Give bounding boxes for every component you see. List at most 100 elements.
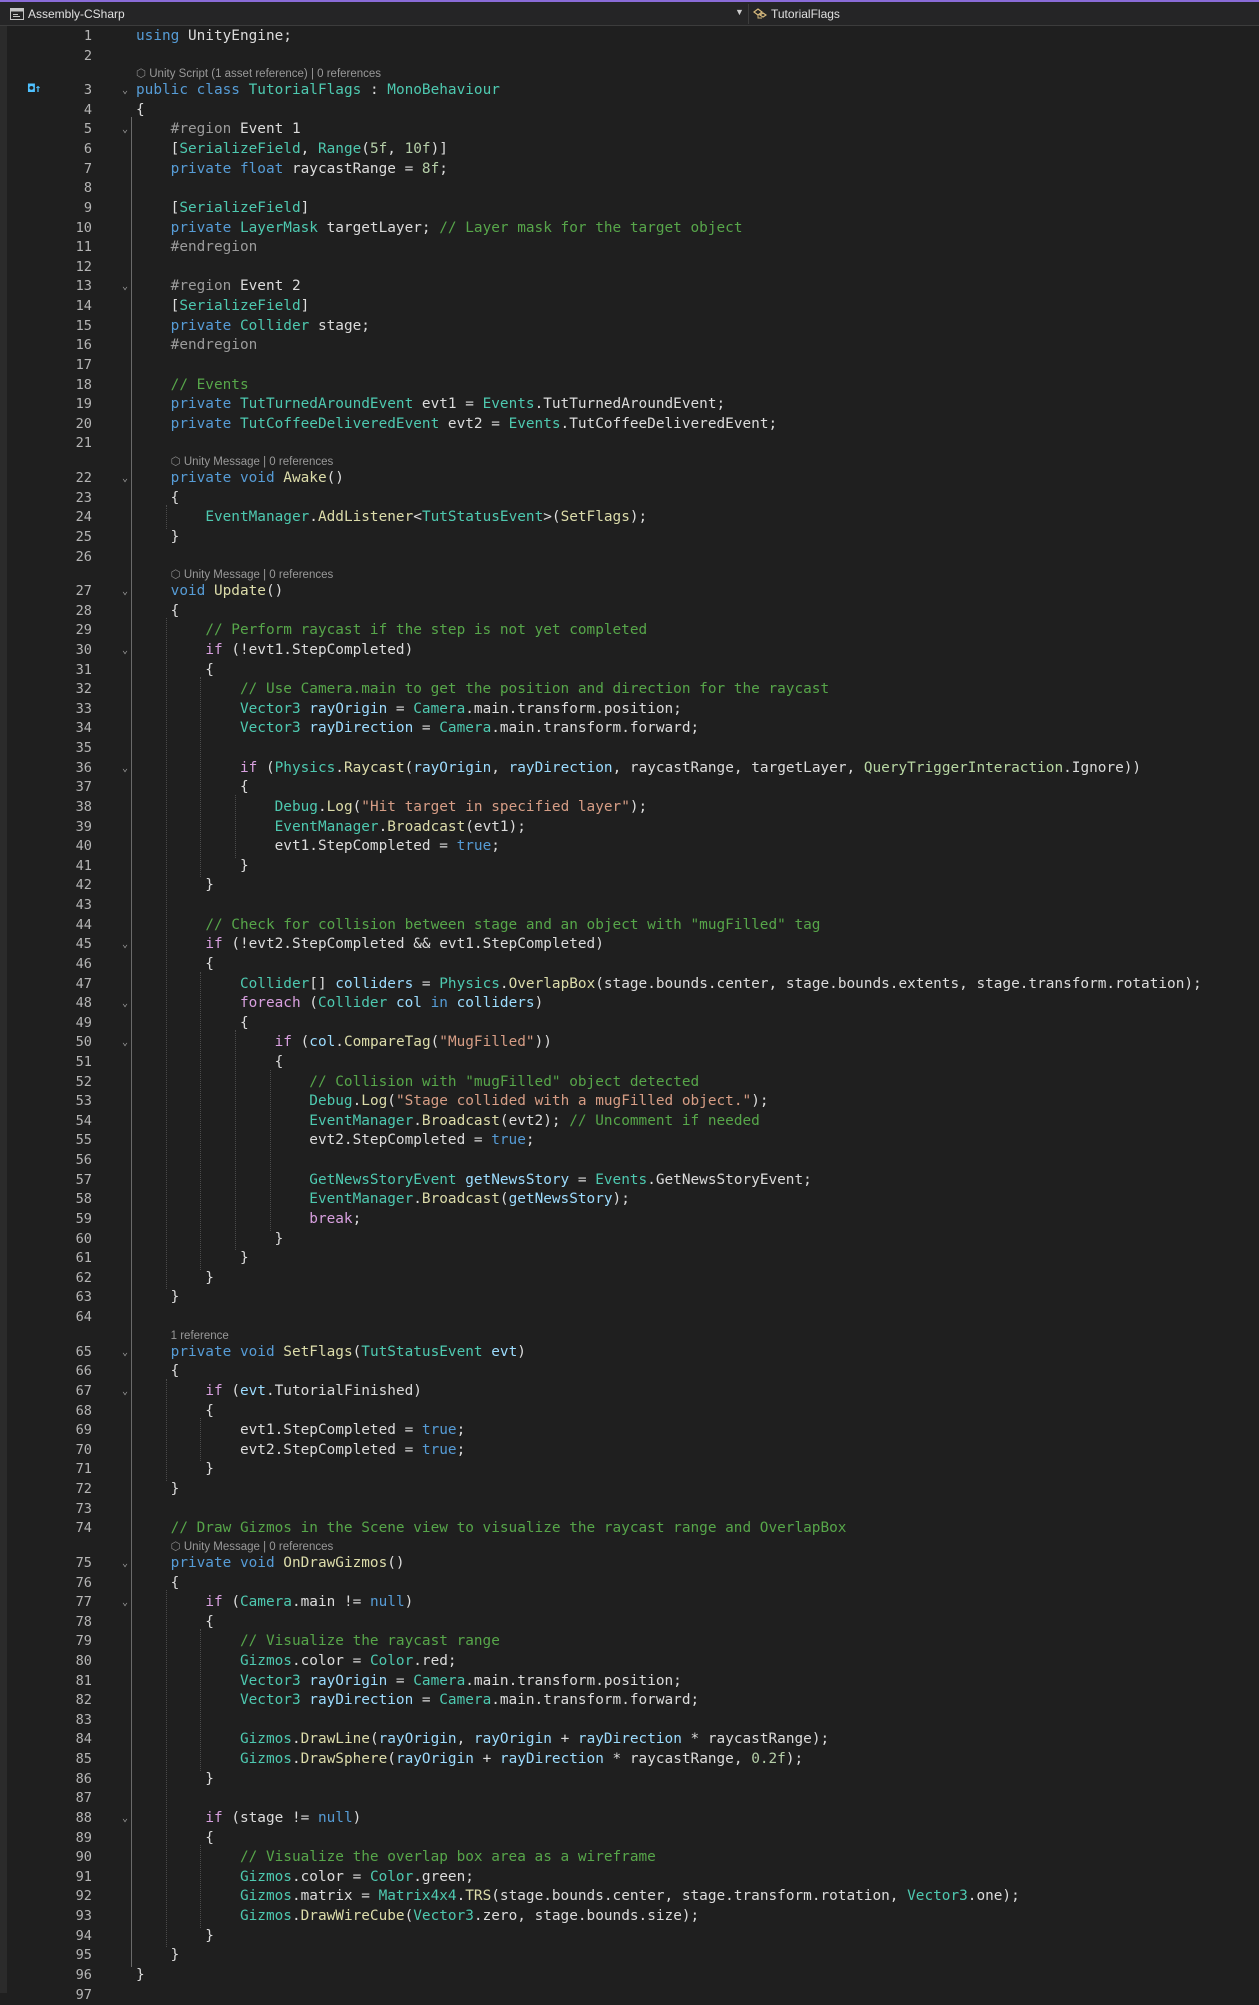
code-line[interactable]: 27 ⌄ void Update(): [0, 581, 1259, 601]
fold-chevron-icon[interactable]: ⌄: [122, 1033, 128, 1053]
code-line[interactable]: 36 ⌄ if (Physics.Raycast(rayOrigin, rayDi…: [0, 758, 1259, 778]
code-line[interactable]: 56: [0, 1150, 1259, 1170]
code-line[interactable]: 87: [0, 1788, 1259, 1808]
code-line[interactable]: 82 Vector3 rayDirection = Camera.main.tr…: [0, 1690, 1259, 1710]
code-line[interactable]: 3 ⌄ public class TutorialFlags : MonoBehav…: [0, 80, 1259, 100]
code-line[interactable]: 2: [0, 46, 1259, 66]
code-line[interactable]: 9 [SerializeField]: [0, 198, 1259, 218]
code-line[interactable]: 96}: [0, 1965, 1259, 1985]
code-editor[interactable]: ◘↑ 1 using UnityEngine; 2 ⬡ Unity Script (1…: [0, 26, 1259, 2003]
code-line[interactable]: 93 Gizmos.DrawWireCube(Vector3.zero, sta…: [0, 1906, 1259, 1926]
chevron-down-icon[interactable]: ▼: [735, 7, 744, 17]
code-line[interactable]: 78 {: [0, 1612, 1259, 1632]
code-line[interactable]: 45 ⌄ if (!evt2.StepCompleted && evt1.Step…: [0, 934, 1259, 954]
code-line[interactable]: 83: [0, 1710, 1259, 1730]
code-line[interactable]: 69 evt1.StepCompleted = true;: [0, 1420, 1259, 1440]
code-line[interactable]: 1 using UnityEngine;: [0, 26, 1259, 46]
code-line[interactable]: 75 ⌄ private void OnDrawGizmos(): [0, 1553, 1259, 1573]
code-line[interactable]: 38 Debug.Log("Hit target in specified la…: [0, 797, 1259, 817]
code-line[interactable]: 17: [0, 355, 1259, 375]
code-line[interactable]: 35: [0, 738, 1259, 758]
code-line[interactable]: 21: [0, 433, 1259, 453]
code-line[interactable]: 94 }: [0, 1926, 1259, 1946]
code-line[interactable]: 20 private TutCoffeeDeliveredEvent evt2 …: [0, 414, 1259, 434]
code-line[interactable]: 67 ⌄ if (evt.TutorialFinished): [0, 1381, 1259, 1401]
code-line[interactable]: 32 // Use Camera.main to get the positio…: [0, 679, 1259, 699]
code-line[interactable]: 91 Gizmos.color = Color.green;: [0, 1867, 1259, 1887]
code-line[interactable]: 37 {: [0, 777, 1259, 797]
code-line[interactable]: 6 [SerializeField, Range(5f, 10f)]: [0, 139, 1259, 159]
code-line[interactable]: 73: [0, 1499, 1259, 1519]
code-line[interactable]: 89 {: [0, 1828, 1259, 1848]
code-line[interactable]: 50 ⌄ if (col.CompareTag("MugFilled")): [0, 1032, 1259, 1052]
code-line[interactable]: 81 Vector3 rayOrigin = Camera.main.trans…: [0, 1671, 1259, 1691]
code-line[interactable]: 61 }: [0, 1248, 1259, 1268]
code-line[interactable]: 15 private Collider stage;: [0, 316, 1259, 336]
code-line[interactable]: 43: [0, 895, 1259, 915]
code-line[interactable]: 70 evt2.StepCompleted = true;: [0, 1440, 1259, 1460]
code-line[interactable]: 53 Debug.Log("Stage collided with a mugF…: [0, 1091, 1259, 1111]
code-line[interactable]: 16 #endregion: [0, 335, 1259, 355]
code-line[interactable]: 60 }: [0, 1229, 1259, 1249]
code-line[interactable]: 5 ⌄ #region Event 1: [0, 119, 1259, 139]
code-line[interactable]: 80 Gizmos.color = Color.red;: [0, 1651, 1259, 1671]
fold-chevron-icon[interactable]: ⌄: [122, 1593, 128, 1613]
code-line[interactable]: 48 ⌄ foreach (Collider col in colliders): [0, 993, 1259, 1013]
code-line[interactable]: 28 {: [0, 601, 1259, 621]
code-line[interactable]: 90 // Visualize the overlap box area as …: [0, 1847, 1259, 1867]
code-line[interactable]: 42 }: [0, 875, 1259, 895]
code-line[interactable]: 14 [SerializeField]: [0, 296, 1259, 316]
fold-chevron-icon[interactable]: ⌄: [122, 120, 128, 140]
code-line[interactable]: 44 // Check for collision between stage …: [0, 915, 1259, 935]
fold-chevron-icon[interactable]: ⌄: [122, 469, 128, 489]
code-line[interactable]: 49 {: [0, 1013, 1259, 1033]
code-line[interactable]: 7 private float raycastRange = 8f;: [0, 159, 1259, 179]
code-line[interactable]: 88 ⌄ if (stage != null): [0, 1808, 1259, 1828]
code-line[interactable]: 55 evt2.StepCompleted = true;: [0, 1130, 1259, 1150]
code-line[interactable]: 84 Gizmos.DrawLine(rayOrigin, rayOrigin …: [0, 1729, 1259, 1749]
fold-chevron-icon[interactable]: ⌄: [122, 641, 128, 661]
fold-chevron-icon[interactable]: ⌄: [122, 1343, 128, 1363]
code-line[interactable]: 74 // Draw Gizmos in the Scene view to v…: [0, 1518, 1259, 1538]
code-line[interactable]: 39 EventManager.Broadcast(evt1);: [0, 817, 1259, 837]
code-line[interactable]: 40 evt1.StepCompleted = true;: [0, 836, 1259, 856]
fold-chevron-icon[interactable]: ⌄: [122, 994, 128, 1014]
code-line[interactable]: 86 }: [0, 1769, 1259, 1789]
code-line[interactable]: 47 Collider[] colliders = Physics.Overla…: [0, 974, 1259, 994]
code-line[interactable]: 57 GetNewsStoryEvent getNewsStory = Even…: [0, 1170, 1259, 1190]
code-line[interactable]: 23 {: [0, 488, 1259, 508]
code-line[interactable]: 34 Vector3 rayDirection = Camera.main.tr…: [0, 718, 1259, 738]
fold-chevron-icon[interactable]: ⌄: [122, 1554, 128, 1574]
project-dropdown[interactable]: Assembly-CSharp: [10, 7, 125, 21]
fold-chevron-icon[interactable]: ⌄: [122, 1809, 128, 1829]
fold-chevron-icon[interactable]: ⌄: [122, 81, 128, 101]
code-line[interactable]: 58 EventManager.Broadcast(getNewsStory);: [0, 1189, 1259, 1209]
code-line[interactable]: 97: [0, 1985, 1259, 2005]
code-line[interactable]: 72 }: [0, 1479, 1259, 1499]
code-line[interactable]: 63 }: [0, 1287, 1259, 1307]
code-line[interactable]: 13 ⌄ #region Event 2: [0, 276, 1259, 296]
code-line[interactable]: 85 Gizmos.DrawSphere(rayOrigin + rayDire…: [0, 1749, 1259, 1769]
member-dropdown[interactable]: TutorialFlags: [753, 7, 840, 21]
code-line[interactable]: 22 ⌄ private void Awake(): [0, 468, 1259, 488]
code-line[interactable]: 24 EventManager.AddListener<TutStatusEve…: [0, 507, 1259, 527]
code-line[interactable]: 8: [0, 178, 1259, 198]
fold-chevron-icon[interactable]: ⌄: [122, 759, 128, 779]
code-line[interactable]: 95 }: [0, 1945, 1259, 1965]
code-line[interactable]: 77 ⌄ if (Camera.main != null): [0, 1592, 1259, 1612]
code-line[interactable]: 30 ⌄ if (!evt1.StepCompleted): [0, 640, 1259, 660]
code-line[interactable]: 25 }: [0, 527, 1259, 547]
code-line[interactable]: 51 {: [0, 1052, 1259, 1072]
code-line[interactable]: 54 EventManager.Broadcast(evt2); // Unco…: [0, 1111, 1259, 1131]
code-line[interactable]: 52 // Collision with "mugFilled" object …: [0, 1072, 1259, 1092]
code-line[interactable]: 4{: [0, 100, 1259, 120]
code-line[interactable]: 92 Gizmos.matrix = Matrix4x4.TRS(stage.b…: [0, 1886, 1259, 1906]
code-line[interactable]: 46 {: [0, 954, 1259, 974]
code-line[interactable]: 26: [0, 547, 1259, 567]
code-line[interactable]: 11 #endregion: [0, 237, 1259, 257]
code-line[interactable]: 76 {: [0, 1573, 1259, 1593]
fold-chevron-icon[interactable]: ⌄: [122, 277, 128, 297]
fold-chevron-icon[interactable]: ⌄: [122, 935, 128, 955]
code-line[interactable]: 41 }: [0, 856, 1259, 876]
code-line[interactable]: 71 }: [0, 1459, 1259, 1479]
